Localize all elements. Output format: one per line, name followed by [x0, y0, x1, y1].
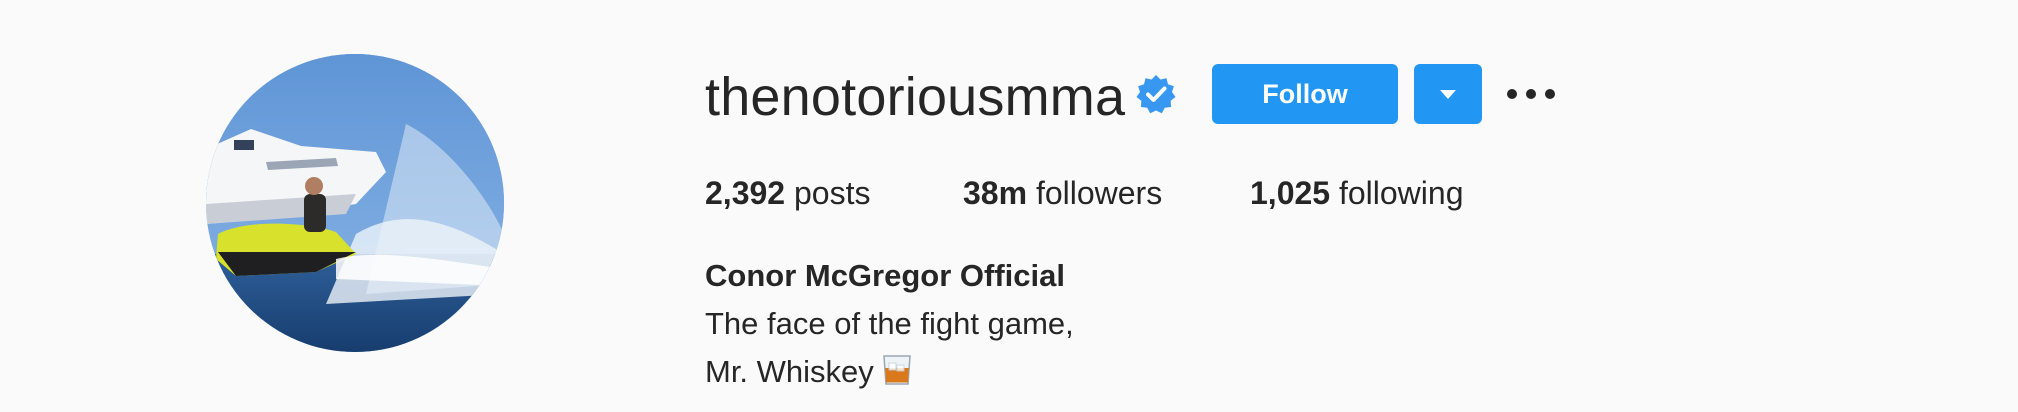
follow-button[interactable]: Follow	[1212, 64, 1398, 124]
posts-number: 2,392	[705, 175, 786, 211]
profile-avatar[interactable]	[206, 54, 504, 352]
following-number: 1,025	[1250, 175, 1331, 211]
followers-link[interactable]: 38m followers	[963, 170, 1162, 216]
avatar-photo	[206, 54, 504, 352]
following-link[interactable]: 1,025 following	[1250, 170, 1463, 216]
following-label: following	[1338, 175, 1464, 211]
chevron-down-icon	[1440, 89, 1456, 99]
posts-count: 2,392 posts	[705, 170, 870, 216]
posts-label: posts	[793, 175, 871, 211]
followers-label: followers	[1035, 175, 1163, 211]
tumbler-glass-icon	[882, 355, 911, 385]
followers-number: 38m	[963, 175, 1028, 211]
bio-line-with-emoji: Mr. Whiskey	[705, 350, 912, 394]
verified-badge-icon	[1136, 75, 1176, 114]
bio-line: Mr. Whiskey	[705, 354, 874, 389]
profile-full-name: Conor McGregor Official	[705, 258, 1065, 293]
suggestions-dropdown-button[interactable]	[1414, 64, 1482, 124]
bio-line: The face of the fight game,	[705, 306, 1074, 341]
more-options-icon[interactable]	[1506, 80, 1556, 108]
profile-username: thenotoriousmma	[705, 67, 1126, 127]
